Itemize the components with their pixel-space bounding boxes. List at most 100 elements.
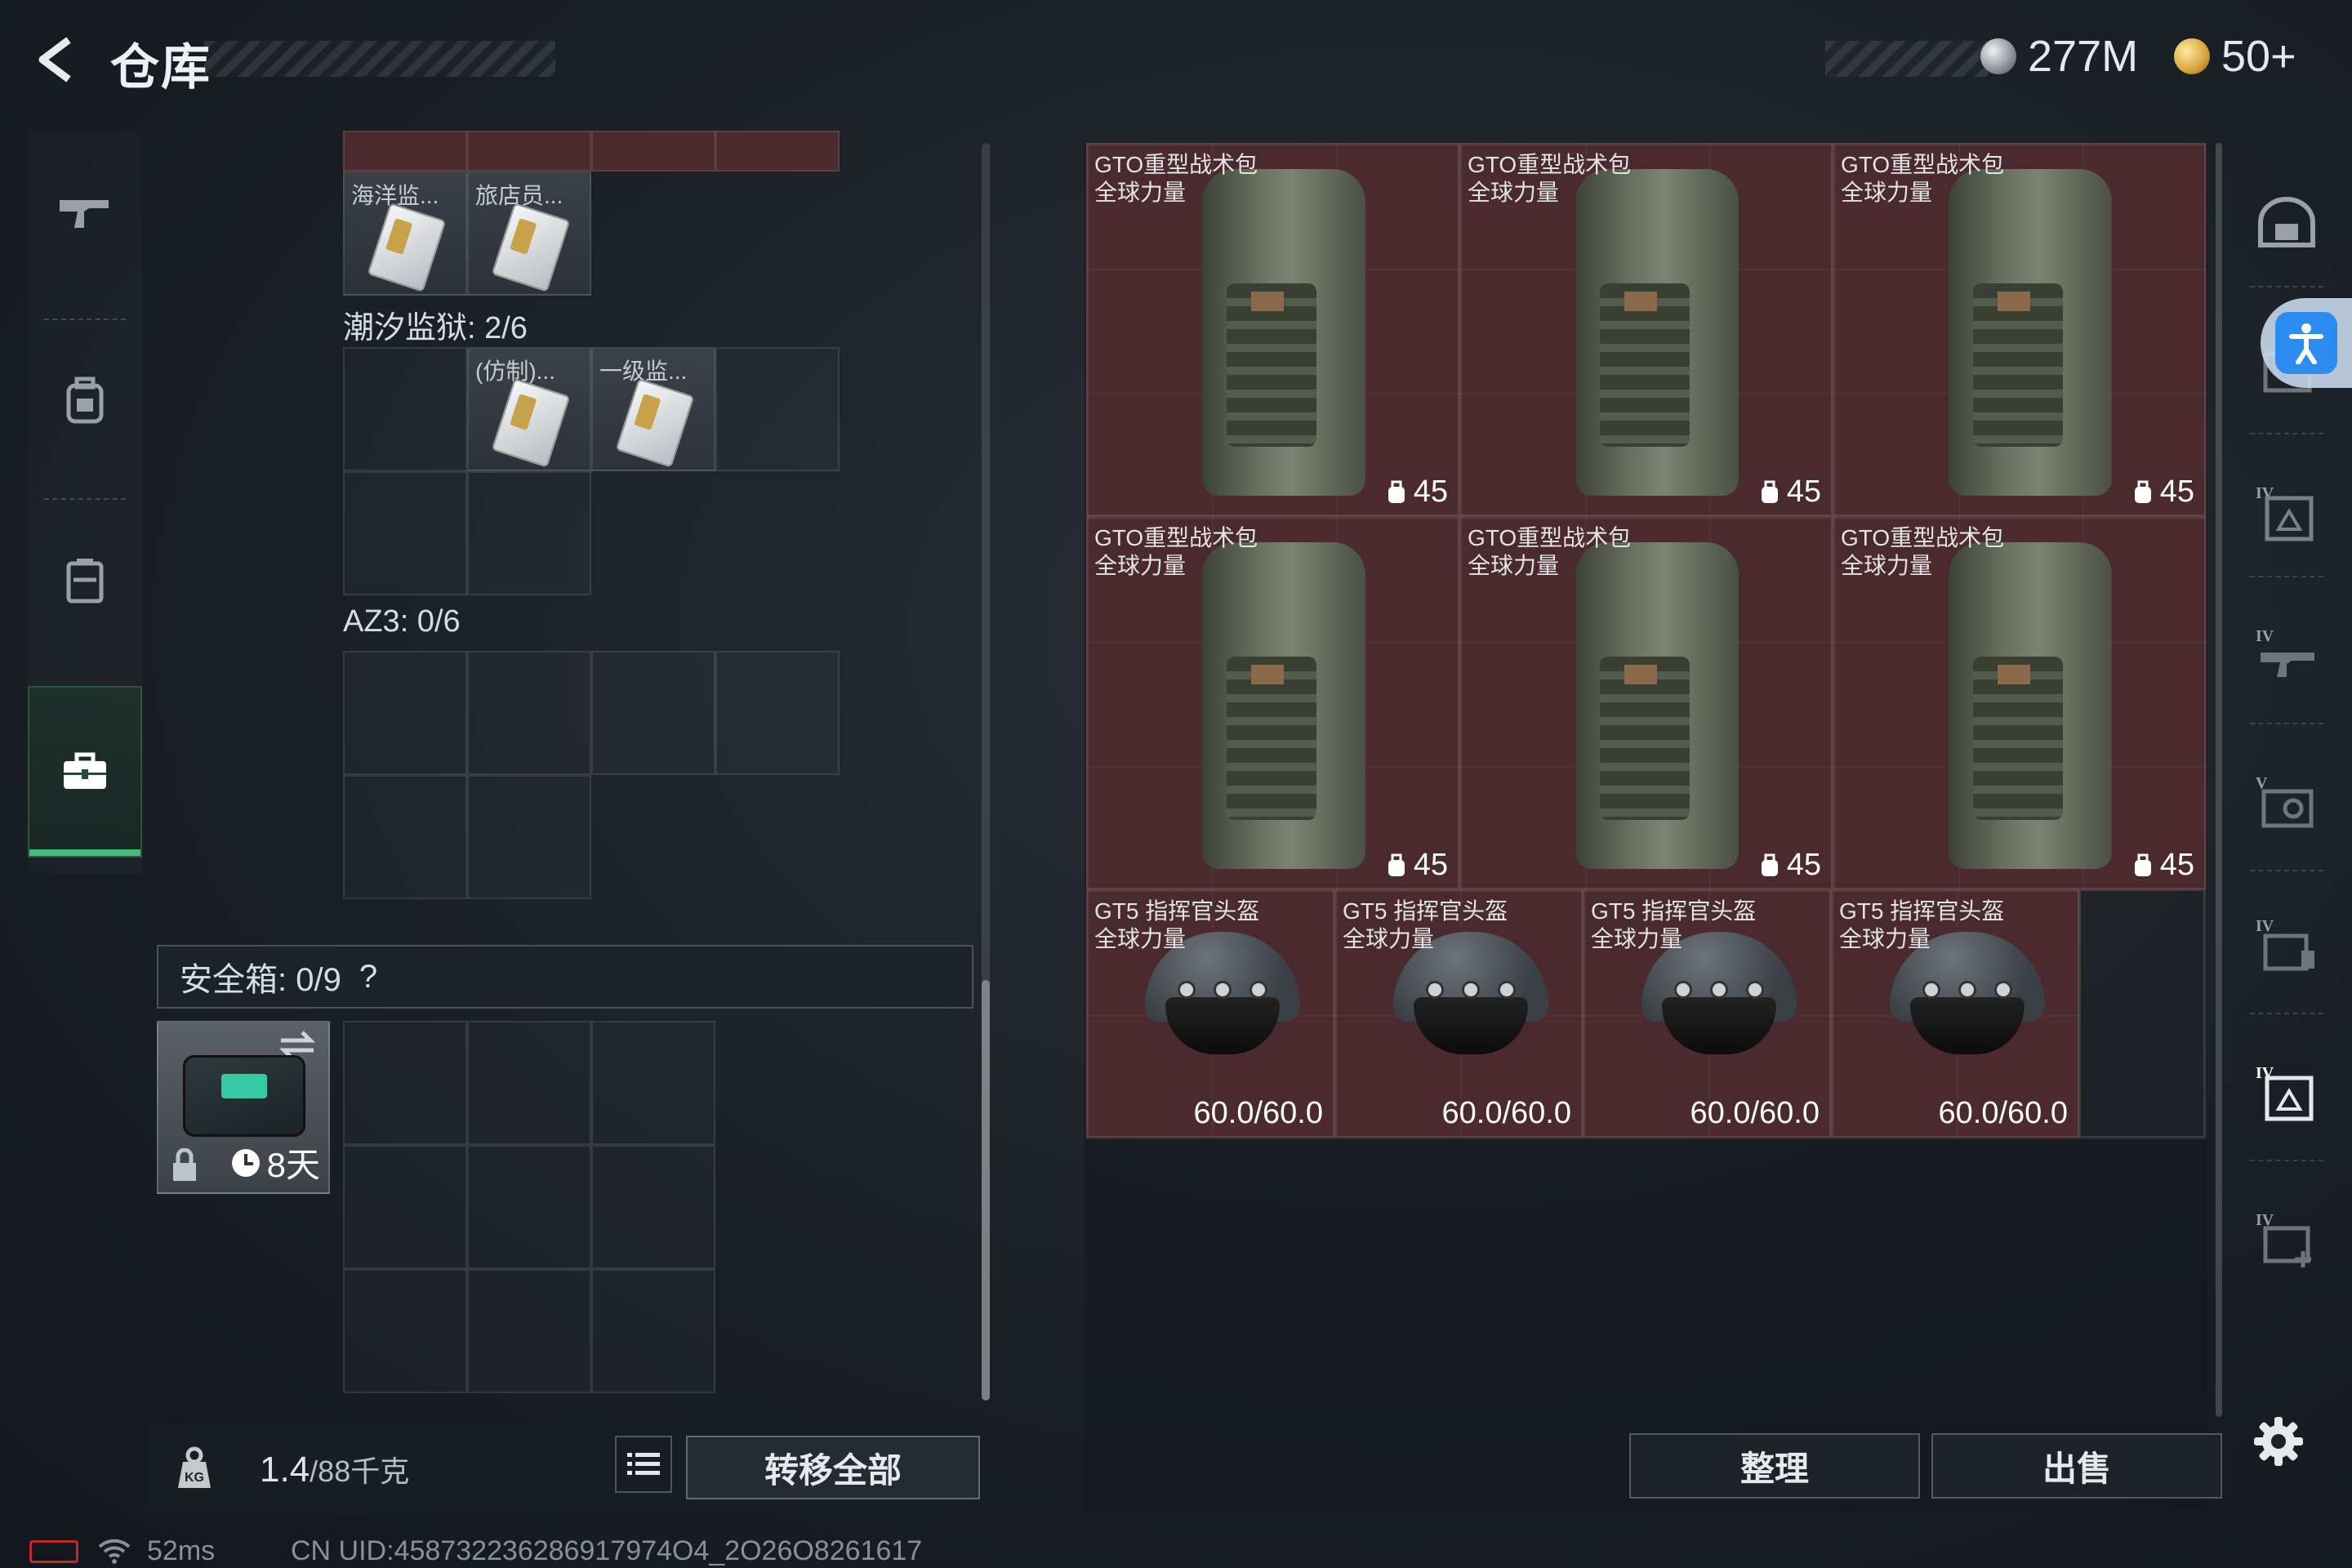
durability-value: 60.0/60.0 (1441, 1096, 1571, 1130)
grid-cell[interactable] (467, 1021, 591, 1145)
grid-cell[interactable] (343, 775, 467, 899)
filter-tier-armor[interactable]: IV (2242, 470, 2332, 559)
item-sub: 全球力量 (1343, 926, 1435, 951)
sort-button[interactable]: 整理 (1629, 1433, 1920, 1499)
grid-cell[interactable] (467, 651, 591, 775)
helmet-item[interactable]: GT5 指挥官头盔 全球力量 60.0/60.0 (1583, 889, 1831, 1138)
item-name: GTO重型战术包 (1468, 525, 1632, 550)
grid-cell[interactable] (715, 131, 840, 172)
grid-cell[interactable] (467, 775, 591, 899)
item-name: GTO重型战术包 (1094, 152, 1258, 177)
item-capacity: 45 (1386, 474, 1448, 510)
item-keycard[interactable]: (仿制)... (467, 347, 591, 471)
item-name-block: GTO重型战术包 全球力量 (1094, 524, 1258, 580)
helmet-item[interactable]: GT5 指挥官头盔 全球力量 60.0/60.0 (1831, 889, 2079, 1138)
currency-gold[interactable]: 50+ (2174, 31, 2296, 82)
grid-cell[interactable] (715, 347, 840, 471)
grid-cell[interactable] (343, 1145, 467, 1269)
backpack-capacity-icon (1761, 480, 1778, 503)
safebox-label: 安全箱: 0/9 (180, 962, 341, 998)
grid-cell[interactable] (467, 471, 591, 595)
transfer-all-button[interactable]: 转移全部 (686, 1436, 980, 1499)
storage-scroll-thumb[interactable] (982, 980, 990, 1401)
grid-cell[interactable] (2079, 889, 2205, 1138)
item-capacity: 45 (1759, 848, 1821, 883)
storage-footer: KG 1.4/88千克 转移全部 (145, 1423, 995, 1513)
item-name-block: GT5 指挥官头盔 全球力量 (1591, 898, 1756, 953)
settings-button[interactable] (2246, 1409, 2311, 1474)
grid-cell[interactable] (343, 347, 467, 471)
grid-cell[interactable] (343, 131, 467, 172)
grid-cell[interactable] (343, 471, 467, 595)
tidal-prison-label: 潮汐监狱: 2/6 (343, 311, 528, 345)
grid-cell[interactable] (343, 1021, 467, 1145)
filter-helmet[interactable] (2242, 180, 2332, 270)
svg-text:KG: KG (185, 1471, 204, 1485)
backpack-item[interactable]: GTO重型战术包 全球力量 45 (1086, 143, 1459, 516)
vest-icon (66, 559, 104, 604)
safebox-header: 安全箱: 0/9 ? (157, 945, 973, 1009)
backpack-capacity-icon (2134, 480, 2151, 503)
item-name-block: GT5 指挥官头盔 全球力量 (1839, 898, 2004, 953)
inventory-scrollbar[interactable] (2216, 143, 2222, 1417)
item-name: GT5 指挥官头盔 (1094, 898, 1260, 924)
battery-icon (29, 1540, 78, 1563)
backpack-item[interactable]: GTO重型战术包 全球力量 45 (1833, 516, 2206, 889)
filter-tier-medical[interactable]: IV (2242, 1196, 2332, 1286)
grid-cell[interactable] (715, 651, 840, 775)
item-keycard[interactable]: 海洋监... (343, 172, 467, 296)
item-name: GTO重型战术包 (1468, 152, 1632, 177)
backpack-icon (1949, 542, 2112, 869)
back-button[interactable] (24, 31, 90, 88)
grid-cell[interactable] (467, 1269, 591, 1393)
nav-safebox[interactable] (28, 686, 142, 858)
item-keycard[interactable]: 旅店员... (467, 172, 591, 296)
grid-cell[interactable] (343, 1269, 467, 1393)
currency-silver[interactable]: 277M (1980, 31, 2138, 82)
grid-cell[interactable] (343, 651, 467, 775)
status-bar: 52ms CN UID:458732236286917974O4_2O26O82… (0, 1535, 2352, 1568)
top-bar: 仓库 277M 50+ (0, 0, 2352, 122)
backpack-icon (1575, 542, 1739, 869)
backpack-icon (66, 376, 104, 424)
item-keycard[interactable]: 一级监... (591, 347, 715, 471)
grid-cell[interactable] (467, 131, 591, 172)
item-label: 旅店员... (475, 183, 564, 208)
safebox-case-item[interactable]: 8天 (157, 1021, 330, 1194)
backpack-icon (1202, 169, 1365, 496)
backpack-item[interactable]: GTO重型战术包 全球力量 45 (1459, 516, 1833, 889)
svg-text:IV: IV (2256, 917, 2274, 935)
backpack-item[interactable]: GTO重型战术包 全球力量 45 (1459, 143, 1833, 516)
accessibility-icon (2289, 323, 2323, 364)
grid-cell[interactable] (591, 131, 715, 172)
grid-cell[interactable] (591, 1021, 715, 1145)
item-sub: 全球力量 (1468, 553, 1560, 578)
az3-label: AZ3: 0/6 (343, 604, 461, 639)
accessibility-button[interactable] (2261, 298, 2352, 388)
grid-cell[interactable] (467, 1145, 591, 1269)
filter-tier-scope[interactable]: V (2242, 760, 2332, 849)
nav-backpack[interactable] (28, 318, 142, 482)
item-name-block: GTO重型战术包 全球力量 (1841, 151, 2004, 207)
sell-button[interactable]: 出售 (1931, 1433, 2222, 1499)
helmet-item[interactable]: GT5 指挥官头盔 全球力量 60.0/60.0 (1334, 889, 1583, 1138)
filter-tier-armor-selected[interactable]: IV (2242, 1049, 2332, 1139)
title-decoration (204, 41, 555, 77)
filter-tier-ammo[interactable]: IV (2242, 902, 2332, 992)
helmet-filter-icon (2258, 197, 2315, 247)
filter-tier-rifle[interactable]: IV (2242, 612, 2332, 702)
safebox-help-icon[interactable]: ? (359, 959, 377, 996)
grid-cell[interactable] (591, 651, 715, 775)
list-view-button[interactable] (615, 1436, 672, 1493)
item-name: GTO重型战术包 (1841, 152, 2005, 177)
backpack-item[interactable]: GTO重型战术包 全球力量 45 (1086, 516, 1459, 889)
currency-decoration (1825, 41, 1989, 77)
helmet-item[interactable]: GT5 指挥官头盔 全球力量 60.0/60.0 (1086, 889, 1334, 1138)
grid-cell[interactable] (591, 1145, 715, 1269)
nav-vest[interactable] (28, 498, 142, 662)
nav-weapons[interactable] (28, 131, 142, 294)
capacity-value: 45 (2159, 474, 2194, 509)
armor-selected-icon: IV (2256, 1064, 2314, 1121)
grid-cell[interactable] (591, 1269, 715, 1393)
backpack-item[interactable]: GTO重型战术包 全球力量 45 (1833, 143, 2206, 516)
